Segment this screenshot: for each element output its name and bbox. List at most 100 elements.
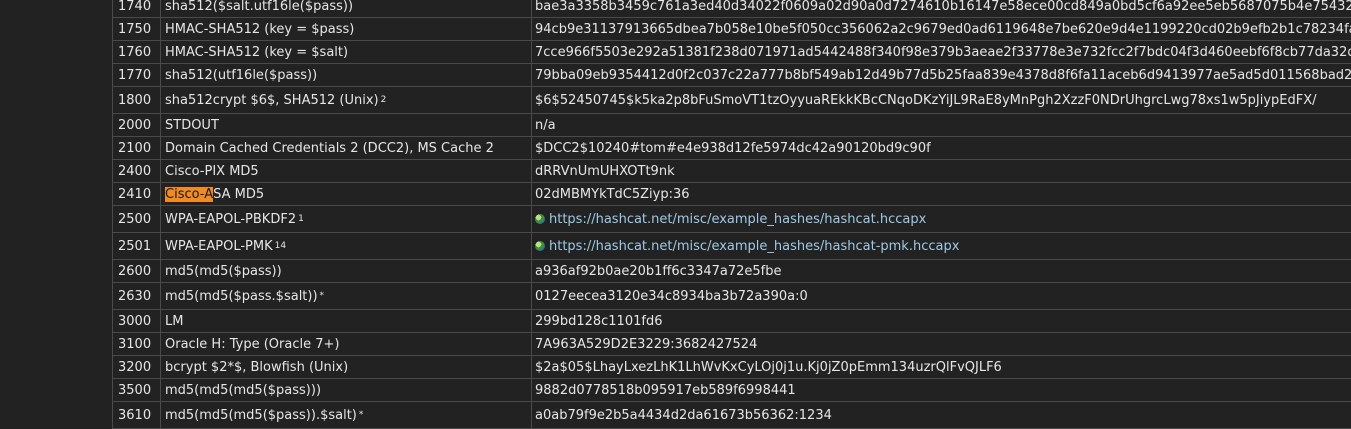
hash-mode-cell: 3100 — [112, 332, 161, 356]
table-row: 2100 Domain Cached Credentials 2 (DCC2), … — [112, 136, 1351, 160]
hash-name-text: WPA-EAPOL-PMK — [165, 238, 273, 254]
hash-name-cell: STDOUT — [160, 113, 532, 137]
example-hash-text: bae3a3358b3459c761a3ed40d34022f0609a02d9… — [535, 0, 1351, 14]
hash-name-text: HMAC-SHA512 (key = $pass) — [165, 21, 355, 37]
hash-name-text: bcrypt $2*$, Blowfish (Unix) — [165, 359, 349, 375]
table-row: 2600 md5(md5($pass)) a936af92b0ae20b1ff6c3… — [112, 259, 1351, 283]
table-row: 3610 md5(md5(md5($pass)).$salt) * a0ab79f9e… — [112, 401, 1351, 429]
hash-mode-cell: 2100 — [112, 136, 161, 160]
example-hash-cell: a0ab79f9e2b5a4434d2da61673b56362:1234 — [531, 401, 1351, 429]
hash-mode-cell: 2630 — [112, 282, 161, 310]
hash-name-cell: HMAC-SHA512 (key = $salt) — [160, 40, 532, 64]
table-row: 2500 WPA-EAPOL-PBKDF2 1 https://hashcat.net… — [112, 205, 1351, 233]
hash-mode-cell: 3000 — [112, 309, 161, 333]
table-row: 1760 HMAC-SHA512 (key = $salt) 7cce966f550… — [112, 40, 1351, 64]
hash-mode-cell: 1750 — [112, 17, 161, 41]
hash-mode-cell: 3200 — [112, 355, 161, 379]
hash-name-cell: sha512crypt $6$, SHA512 (Unix) 2 — [160, 86, 532, 114]
hash-mode-cell: 1760 — [112, 40, 161, 64]
example-hash-cell: 02dMBMYkTdC5Ziyp:36 — [531, 182, 1351, 206]
example-hash-text: 94cb9e31137913665dbea7b058e10be5f050cc35… — [535, 21, 1351, 37]
hash-mode-cell: 2000 — [112, 113, 161, 137]
example-hash-cell: $DCC2$10240#tom#e4e938d12fe5974dc42a9012… — [531, 136, 1351, 160]
hash-name-cell: md5(md5($pass.$salt)) * — [160, 282, 532, 310]
hash-mode-cell: 3500 — [112, 378, 161, 402]
hash-name-cell: Cisco-ASA MD5 — [160, 182, 532, 206]
hash-name-text: md5(md5($pass)) — [165, 263, 282, 279]
example-hash-cell: 0127eecea3120e34c8934ba3b72a390a:0 — [531, 282, 1351, 310]
example-hash-text: $6$52450745$k5ka2p8bFuSmoVT1tzOyyuaREkkK… — [535, 92, 1317, 108]
search-highlight: Cisco-A — [165, 186, 214, 202]
example-hash-text: a936af92b0ae20b1ff6c3347a72e5fbe — [535, 263, 782, 279]
example-hash-text: 7cce966f5503e292a51381f238d071971ad54424… — [535, 44, 1351, 60]
example-hash-text: 79bba09eb9354412d0f2c037c22a777b8bf549ab… — [535, 67, 1351, 83]
hash-name-cell: WPA-EAPOL-PBKDF2 1 — [160, 205, 532, 233]
example-hash-cell: 9882d0778518b095917eb589f6998441 — [531, 378, 1351, 402]
example-hash-text: 02dMBMYkTdC5Ziyp:36 — [535, 186, 690, 202]
example-hash-text: n/a — [535, 117, 556, 133]
example-hash-text: $DCC2$10240#tom#e4e938d12fe5974dc42a9012… — [535, 140, 931, 156]
table-row: 3500 md5(md5(md5($pass))) 9882d0778518b095… — [112, 378, 1351, 402]
hash-name-cell: md5(md5($pass)) — [160, 259, 532, 283]
footnote-marker: 14 — [274, 240, 287, 251]
hash-name-text: md5(md5(md5($pass)).$salt) — [165, 407, 357, 423]
hash-name-cell: Domain Cached Credentials 2 (DCC2), MS C… — [160, 136, 532, 160]
hash-mode-cell: 2410 — [112, 182, 161, 206]
globe-icon — [535, 240, 545, 251]
example-hash-cell: n/a — [531, 113, 1351, 137]
example-hash-text: 0127eecea3120e34c8934ba3b72a390a:0 — [535, 288, 808, 304]
footnote-marker: * — [319, 290, 325, 301]
table-row: 2000 STDOUT n/a — [112, 113, 1351, 137]
example-hash-cell: $6$52450745$k5ka2p8bFuSmoVT1tzOyyuaREkkK… — [531, 86, 1351, 114]
hash-name-text: md5(md5(md5($pass))) — [165, 382, 322, 398]
table-row: 3100 Oracle H: Type (Oracle 7+) 7A963A529D… — [112, 332, 1351, 356]
hash-name-cell: md5(md5(md5($pass)).$salt) * — [160, 401, 532, 429]
footnote-marker: * — [358, 409, 364, 420]
table-row: 2410 Cisco-ASA MD5 02dMBMYkTdC5Ziyp:36 — [112, 182, 1351, 206]
example-hash-cell: https://hashcat.net/misc/example_hashes/… — [531, 205, 1351, 233]
hash-name-text: Oracle H: Type (Oracle 7+) — [165, 336, 340, 352]
example-hash-text: $2a$05$LhayLxezLhK1LhWvKxCyLOj0j1u.Kj0jZ… — [535, 359, 1002, 375]
table-row: 2630 md5(md5($pass.$salt)) * 0127eecea3120e… — [112, 282, 1351, 310]
hash-name-cell: LM — [160, 309, 532, 333]
hash-name-text: HMAC-SHA512 (key = $salt) — [165, 44, 349, 60]
hash-mode-cell: 2501 — [112, 232, 161, 260]
hash-name-text: Cisco-PIX MD5 — [165, 163, 259, 179]
hash-mode-cell: 1770 — [112, 63, 161, 87]
hash-name-text: STDOUT — [165, 117, 219, 133]
example-hash-link[interactable]: https://hashcat.net/misc/example_hashes/… — [549, 239, 959, 254]
hash-name-text: LM — [165, 313, 184, 329]
hash-modes-table: 1740 sha512($salt.utf16le($pass)) bae3a335… — [112, 0, 1351, 429]
hash-mode-cell: 2600 — [112, 259, 161, 283]
table-row: 1750 HMAC-SHA512 (key = $pass) 94cb9e31137… — [112, 17, 1351, 41]
hash-name-cell: sha512($salt.utf16le($pass)) — [160, 0, 532, 18]
example-hash-text: 9882d0778518b095917eb589f6998441 — [535, 382, 796, 398]
hash-mode-cell: 3610 — [112, 401, 161, 429]
hash-name-cell: Cisco-PIX MD5 — [160, 159, 532, 183]
hash-name-text: sha512($salt.utf16le($pass)) — [165, 0, 354, 14]
hash-name-cell: bcrypt $2*$, Blowfish (Unix) — [160, 355, 532, 379]
table-row: 2400 Cisco-PIX MD5 dRRVnUmUHXOTt9nk — [112, 159, 1351, 183]
example-hash-text: a0ab79f9e2b5a4434d2da61673b56362:1234 — [535, 407, 832, 423]
example-hash-link[interactable]: https://hashcat.net/misc/example_hashes/… — [549, 212, 926, 227]
example-hash-text: dRRVnUmUHXOTt9nk — [535, 163, 675, 179]
hash-name-text: md5(md5($pass.$salt)) — [165, 288, 318, 304]
hash-name-cell: WPA-EAPOL-PMK 14 — [160, 232, 532, 260]
table-row: 2501 WPA-EAPOL-PMK 14 https://hashcat.net/m… — [112, 232, 1351, 260]
hash-modes-table-container: 1740 sha512($salt.utf16le($pass)) bae3a335… — [112, 0, 1351, 429]
hash-mode-cell: 1740 — [112, 0, 161, 18]
footnote-marker: 1 — [298, 213, 304, 224]
table-row: 1800 sha512crypt $6$, SHA512 (Unix) 2 $6$52… — [112, 86, 1351, 114]
hash-name-text: Domain Cached Credentials 2 (DCC2), MS C… — [165, 140, 494, 156]
table-row: 3000 LM 299bd128c1101fd6 — [112, 309, 1351, 333]
example-hash-text: 7A963A529D2E3229:3682427524 — [535, 336, 758, 352]
hash-mode-cell: 2500 — [112, 205, 161, 233]
globe-icon — [535, 213, 545, 224]
hash-name-cell: sha512(utf16le($pass)) — [160, 63, 532, 87]
table-row: 3200 bcrypt $2*$, Blowfish (Unix) $2a$05$L… — [112, 355, 1351, 379]
example-hash-text: 299bd128c1101fd6 — [535, 313, 663, 329]
hash-name-cell: md5(md5(md5($pass))) — [160, 378, 532, 402]
example-hash-cell: 7cce966f5503e292a51381f238d071971ad54424… — [531, 40, 1351, 64]
example-hash-cell: $2a$05$LhayLxezLhK1LhWvKxCyLOj0j1u.Kj0jZ… — [531, 355, 1351, 379]
hash-name-text: WPA-EAPOL-PBKDF2 — [165, 211, 297, 227]
